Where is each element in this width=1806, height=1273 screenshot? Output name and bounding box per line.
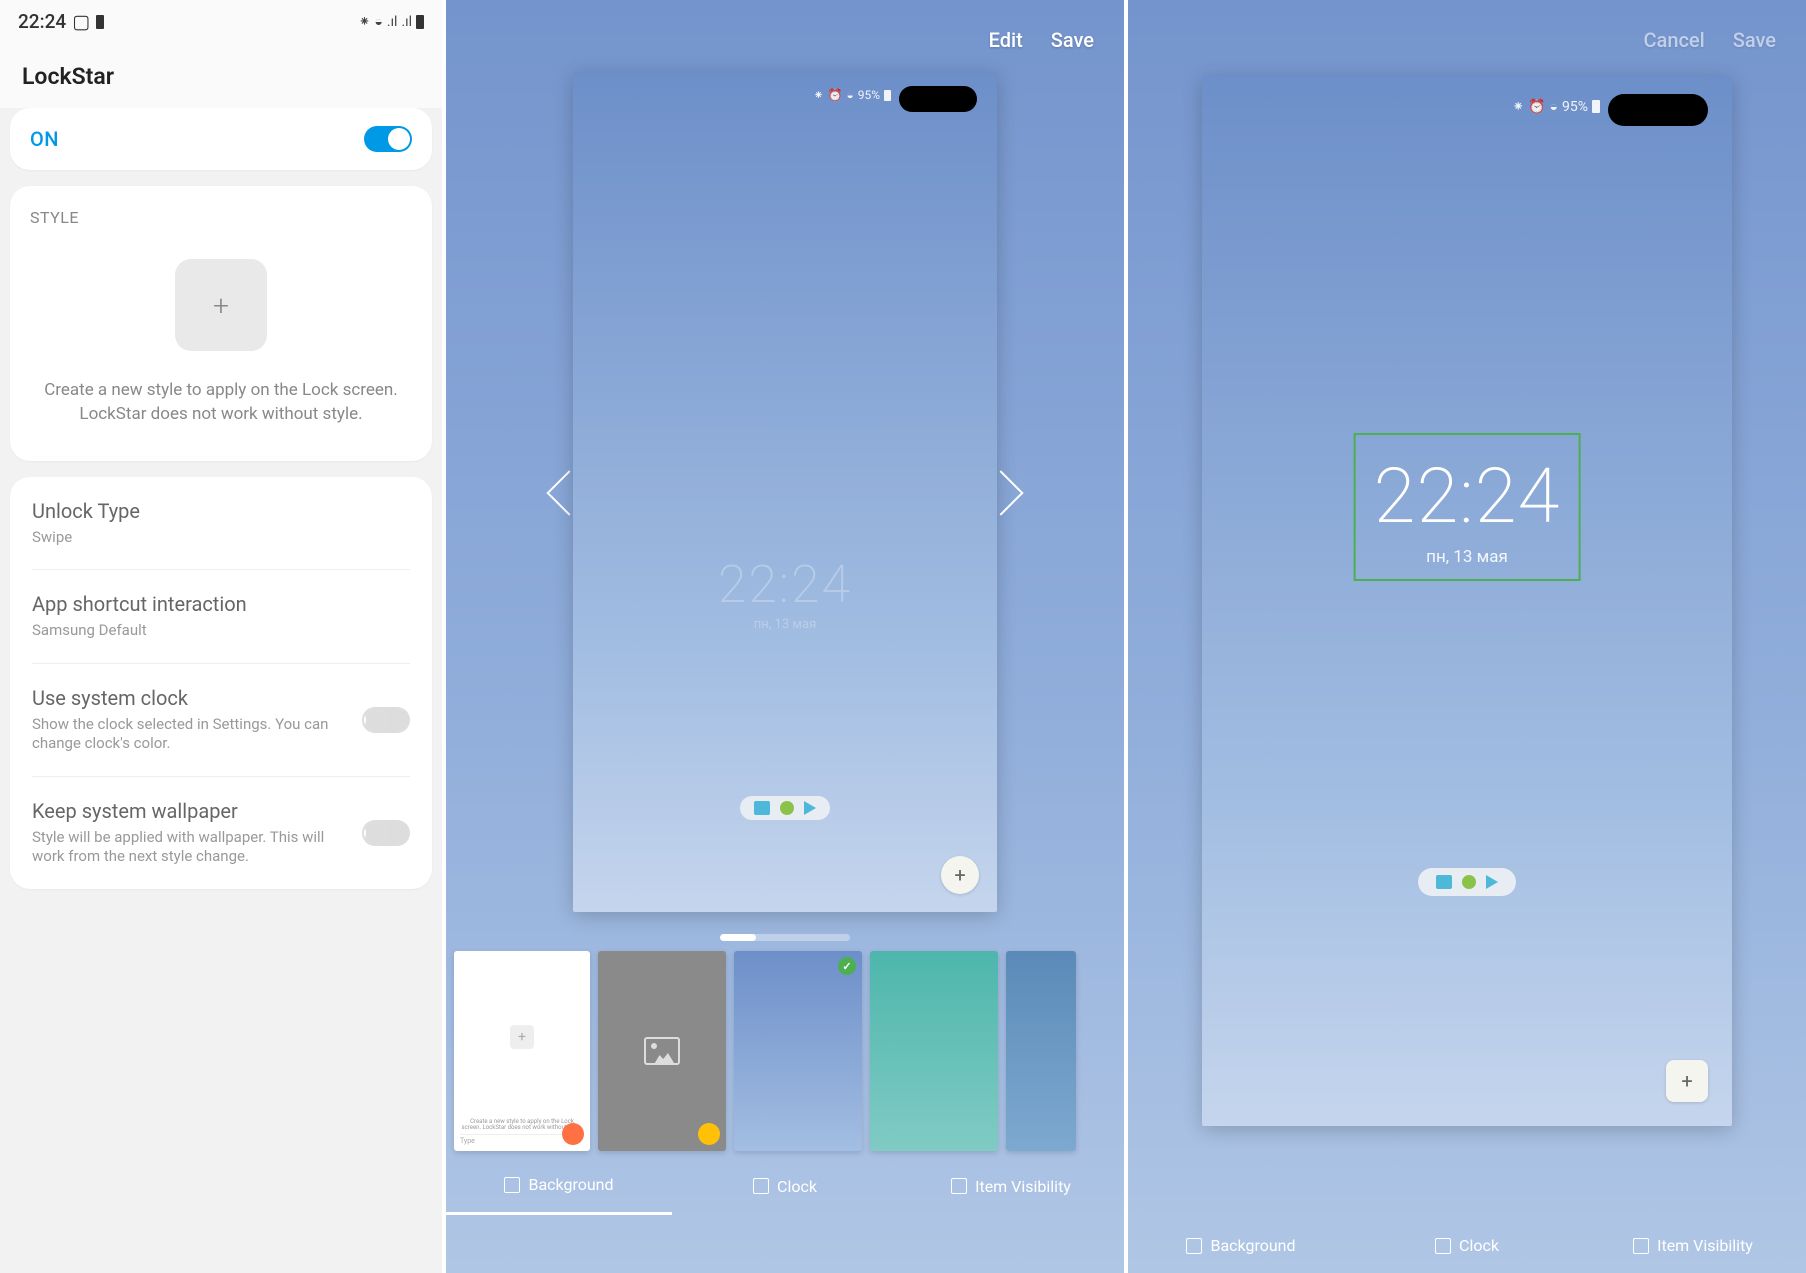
status-time: 22:24 [18, 10, 66, 33]
chevron-right-icon[interactable] [997, 462, 1027, 522]
keep-wallpaper-item[interactable]: Keep system wallpaper Style will be appl… [32, 777, 410, 889]
battery-icon [884, 90, 891, 101]
wifi-icon: ◒ [1550, 98, 1558, 115]
missed-call-icon [780, 801, 794, 815]
master-toggle-row[interactable]: ON [10, 108, 432, 170]
background-editor-panel: Edit Save ⁕ ⏰ ◒ 95% 22:24 пн, 13 мая + [444, 0, 1124, 1273]
tab-item-visibility[interactable]: Item Visibility [1580, 1220, 1806, 1273]
bottom-tabs: Background Clock Item Visibility [446, 1159, 1124, 1215]
image-icon [644, 1037, 680, 1065]
visibility-icon [951, 1178, 967, 1194]
notification-pill[interactable] [1418, 868, 1516, 896]
signal-icon-2: .ıl [401, 14, 412, 30]
wallpaper-thumb-teal[interactable] [870, 951, 998, 1151]
tab-background[interactable]: Background [1128, 1220, 1354, 1273]
wallpaper-thumb-blue[interactable]: ✓ [734, 951, 862, 1151]
preview-area: ⁕ ⏰ ◒ 95% 22:24 пн, 13 мая + [1128, 72, 1806, 1126]
play-store-icon [1486, 875, 1498, 889]
style-card: STYLE + Create a new style to apply on t… [10, 186, 432, 461]
system-clock-item[interactable]: Use system clock Show the clock selected… [32, 664, 410, 777]
save-button[interactable]: Save [1051, 28, 1094, 52]
battery-icon [1592, 100, 1600, 113]
signal-icon: .ıl [387, 14, 398, 30]
master-toggle-switch[interactable] [364, 126, 412, 152]
camera-cutout [1608, 94, 1708, 126]
gallery-badge-icon [698, 1123, 720, 1145]
page-title: LockStar [0, 43, 442, 108]
preview-area: ⁕ ⏰ ◒ 95% 22:24 пн, 13 мая + [446, 72, 1124, 912]
wifi-icon: ◒ [846, 88, 853, 102]
add-widget-button[interactable]: + [941, 856, 979, 894]
battery-icon-2 [416, 15, 424, 29]
background-icon [504, 1177, 520, 1193]
unlock-type-item[interactable]: Unlock Type Swipe [32, 477, 410, 571]
system-clock-toggle[interactable] [362, 707, 410, 733]
check-icon: ✓ [838, 957, 856, 975]
tab-clock[interactable]: Clock [1354, 1220, 1580, 1273]
visibility-icon [1633, 1238, 1649, 1254]
add-widget-button[interactable]: + [1666, 1060, 1708, 1102]
top-actions: Cancel Save [1128, 0, 1806, 72]
battery-icon [96, 15, 104, 29]
play-store-icon [804, 801, 816, 815]
preview-status-bar: ⁕ ⏰ ◒ 95% [813, 88, 891, 102]
page-indicator [720, 934, 850, 941]
wallpaper-thumb-gallery[interactable] [598, 951, 726, 1151]
alarm-icon: ⏰ [1528, 99, 1545, 115]
save-button[interactable]: Save [1733, 28, 1776, 52]
wifi-icon: ◒ [374, 13, 382, 30]
lockscreen-preview[interactable]: ⁕ ⏰ ◒ 95% 22:24 пн, 13 мая + [1202, 76, 1732, 1126]
edit-button[interactable]: Edit [989, 28, 1023, 52]
lockstar-settings-panel: 22:24 ▢ ⁕ ◒ .ıl .ıl LockStar ON STYLE + … [0, 0, 444, 1273]
missed-call-icon [1462, 875, 1476, 889]
bottom-tabs: Background Clock Item Visibility [1128, 1220, 1806, 1273]
wallpaper-thumb-app[interactable]: + Create a new style to apply on the Loc… [454, 951, 590, 1151]
style-heading: STYLE [30, 208, 412, 227]
top-actions: Edit Save [446, 0, 1124, 72]
style-description: Create a new style to apply on the Lock … [30, 379, 412, 427]
clock-editor-panel: Cancel Save ⁕ ⏰ ◒ 95% 22:24 пн, 13 мая + [1126, 0, 1806, 1273]
clock-selection-box[interactable]: 22:24 пн, 13 мая [1354, 433, 1581, 581]
app-shortcut-item[interactable]: App shortcut interaction Samsung Default [32, 570, 410, 664]
notification-pill [740, 796, 830, 820]
camera-cutout [899, 86, 977, 112]
alarm-icon: ⏰ [828, 88, 843, 102]
settings-list: Unlock Type Swipe App shortcut interacti… [10, 477, 432, 889]
background-icon [1186, 1238, 1202, 1254]
wallpaper-strip[interactable]: + Create a new style to apply on the Loc… [446, 951, 1124, 1151]
clock-icon [1435, 1238, 1451, 1254]
chevron-left-icon[interactable] [543, 462, 573, 522]
picture-icon: ▢ [72, 10, 90, 33]
tab-clock[interactable]: Clock [672, 1159, 898, 1215]
app-badge-icon [562, 1123, 584, 1145]
bluetooth-icon: ⁕ [1512, 99, 1524, 115]
preview-clock-faded: 22:24 пн, 13 мая [718, 554, 852, 632]
on-label: ON [30, 127, 59, 151]
keep-wallpaper-toggle[interactable] [362, 820, 410, 846]
bluetooth-icon: ⁕ [813, 88, 823, 102]
message-icon [754, 801, 770, 815]
add-style-button[interactable]: + [175, 259, 267, 351]
bluetooth-icon: ⁕ [359, 14, 371, 30]
tab-background[interactable]: Background [446, 1159, 672, 1215]
lockscreen-preview[interactable]: ⁕ ⏰ ◒ 95% 22:24 пн, 13 мая + [573, 72, 997, 912]
clock-icon [753, 1178, 769, 1194]
preview-status-bar: ⁕ ⏰ ◒ 95% [1512, 98, 1600, 115]
tab-item-visibility[interactable]: Item Visibility [898, 1159, 1124, 1215]
wallpaper-thumb-partial[interactable] [1006, 951, 1076, 1151]
status-bar: 22:24 ▢ ⁕ ◒ .ıl .ıl [0, 0, 442, 43]
message-icon [1436, 875, 1452, 889]
cancel-button[interactable]: Cancel [1644, 28, 1705, 52]
